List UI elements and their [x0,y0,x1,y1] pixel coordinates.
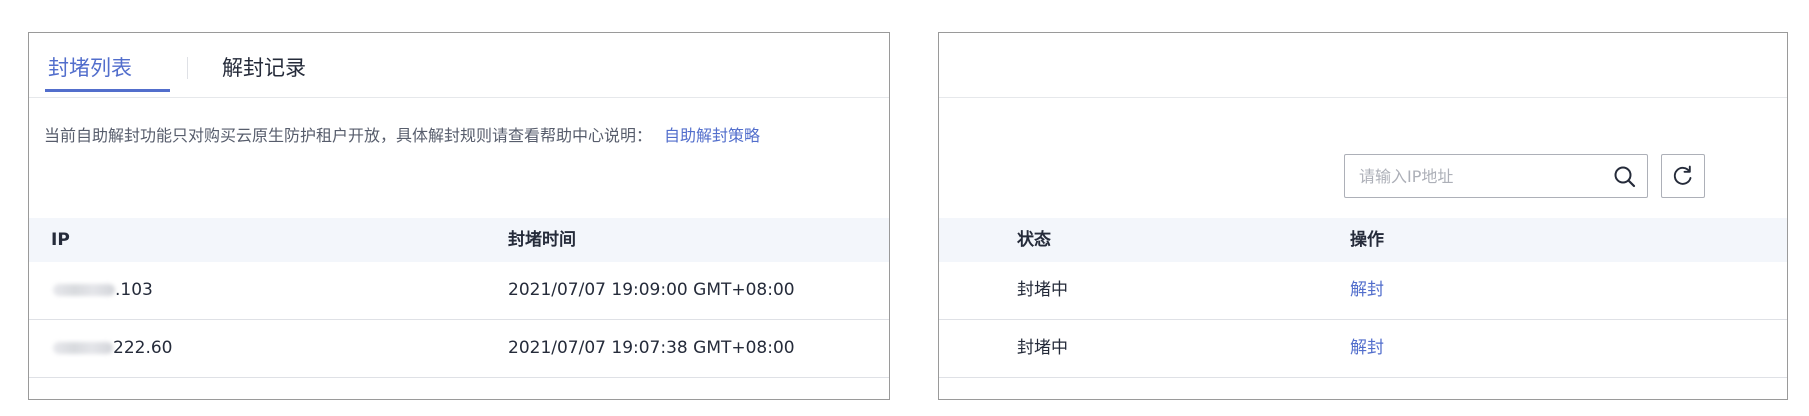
column-header-ip: IP [51,230,70,250]
tab-separator [187,57,188,79]
search-icon[interactable] [1613,165,1637,189]
unblock-button[interactable]: 解封 [1350,279,1384,301]
ip-search-box[interactable] [1344,154,1648,198]
ip-cell: .103 [53,279,153,301]
masked-ip-prefix [53,342,113,354]
table-header: 状态 操作 [939,218,1787,262]
notice-message: 当前自助解封功能只对购买云原生防护租户开放，具体解封规则请查看帮助中心说明： [44,126,653,145]
tab-bar: 封堵列表 解封记录 [29,33,889,98]
status-cell: 封堵中 [1017,338,1068,358]
column-header-block-time: 封堵时间 [508,230,576,250]
divider [939,97,1787,98]
table-row: 封堵中 解封 [939,320,1787,378]
tab-blocked-list[interactable]: 封堵列表 [48,55,132,81]
notice-text: 当前自助解封功能只对购买云原生防护租户开放，具体解封规则请查看帮助中心说明： 自助… [44,125,760,147]
column-header-status: 状态 [1017,230,1051,250]
column-header-action: 操作 [1350,230,1384,250]
ip-cell: 222.60 [53,337,172,359]
table-row: 封堵中 解封 [939,262,1787,320]
table-row: .103 2021/07/07 19:09:00 GMT+08:00 [29,262,889,320]
blocked-list-panel-right: 状态 操作 封堵中 解封 封堵中 解封 [938,32,1788,400]
table-header: IP 封堵时间 [29,218,889,262]
ip-search-input[interactable] [1359,164,1589,188]
ip-visible-suffix: .103 [115,280,153,300]
ip-visible-suffix: 222.60 [113,338,173,358]
tab-unblock-records[interactable]: 解封记录 [222,55,306,81]
block-time-cell: 2021/07/07 19:09:00 GMT+08:00 [508,280,795,300]
refresh-icon [1673,165,1692,185]
unblock-button[interactable]: 解封 [1350,337,1384,359]
self-unblock-policy-link[interactable]: 自助解封策略 [664,126,760,145]
table-row: 222.60 2021/07/07 19:07:38 GMT+08:00 [29,320,889,378]
masked-ip-prefix [53,284,115,296]
blocked-list-panel: 封堵列表 解封记录 当前自助解封功能只对购买云原生防护租户开放，具体解封规则请查… [28,32,890,400]
active-tab-indicator [45,89,170,92]
refresh-button[interactable] [1661,154,1705,198]
block-time-cell: 2021/07/07 19:07:38 GMT+08:00 [508,338,795,358]
status-cell: 封堵中 [1017,280,1068,300]
